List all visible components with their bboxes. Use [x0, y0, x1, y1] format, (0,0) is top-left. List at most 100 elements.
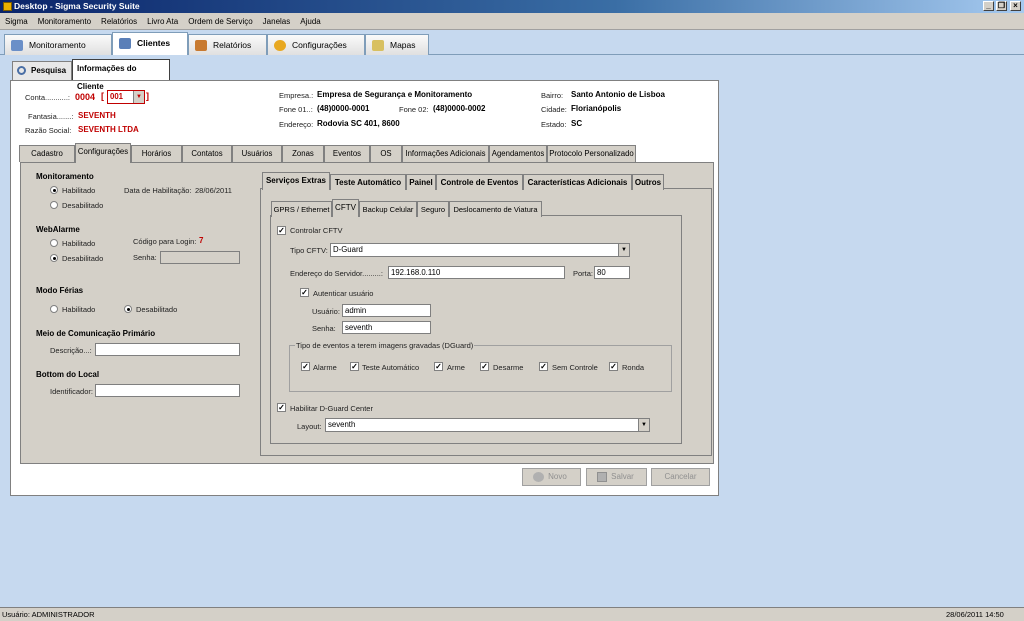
tab-informacoes-adicionais[interactable]: Informações Adicionais: [402, 145, 489, 162]
evento-desarme-checkbox[interactable]: ✓: [480, 362, 489, 371]
evento-ronda-checkbox[interactable]: ✓: [609, 362, 618, 371]
tab-teste-automatico[interactable]: Teste Automático: [330, 174, 406, 190]
menu-ajuda[interactable]: Ajuda: [295, 13, 325, 30]
menu-bar: Sigma Monitoramento Relatórios Livro Ata Ord…: [0, 13, 1024, 30]
identificador-input[interactable]: [95, 384, 240, 397]
usuario-input[interactable]: admin: [342, 304, 431, 317]
monitoramento-desabilitado-radio[interactable]: [50, 201, 58, 209]
bairro-label: Bairro:: [541, 91, 564, 100]
menu-sigma[interactable]: Sigma: [0, 13, 33, 30]
webalarme-senha-label: Senha:: [133, 253, 157, 262]
tab-deslocamento-viatura[interactable]: Deslocamento de Viatura: [449, 201, 542, 217]
tab-mapas-label: Mapas: [390, 40, 416, 50]
fantasia-value: SEVENTH: [78, 111, 116, 120]
tab-relatorios[interactable]: Relatórios: [188, 34, 267, 55]
descricao-input[interactable]: [95, 343, 240, 356]
tab-clientes-label: Clientes: [137, 38, 171, 48]
window-title: Desktop - Sigma Security Suite: [14, 1, 140, 11]
tab-clientes[interactable]: Clientes: [112, 32, 188, 55]
minimize-button[interactable]: _: [983, 1, 994, 11]
novo-button[interactable]: Novo: [522, 468, 581, 486]
evento-teste-automatico-checkbox[interactable]: ✓: [350, 362, 359, 371]
menu-relatorios[interactable]: Relatórios: [96, 13, 142, 30]
tab-caracteristicas-adicionais[interactable]: Características Adicionais: [523, 174, 632, 190]
tab-cftv[interactable]: CFTV: [332, 199, 359, 217]
webalarme-habilitado-radio[interactable]: [50, 239, 58, 247]
data-habilitacao-label: Data de Habilitação:: [124, 186, 192, 195]
tab-mapas[interactable]: Mapas: [365, 34, 429, 55]
tab-outros[interactable]: Outros: [632, 174, 664, 190]
menu-ordem-servico[interactable]: Ordem de Serviço: [183, 13, 257, 30]
tab-configuracoes[interactable]: Configurações: [267, 34, 365, 55]
layout-select[interactable]: seventh ▼: [325, 418, 650, 432]
modo-ferias-title: Modo Férias: [36, 286, 84, 295]
novo-label: Novo: [548, 472, 567, 481]
bairro-value: Santo Antonio de Lisboa: [571, 90, 665, 99]
cidade-label: Cidade:: [541, 105, 567, 114]
webalarme-desabilitado-radio[interactable]: [50, 254, 58, 262]
estado-value: SC: [571, 119, 583, 128]
tab-seguro[interactable]: Seguro: [417, 201, 449, 217]
salvar-button[interactable]: Salvar: [586, 468, 647, 486]
tab-controle-eventos[interactable]: Controle de Eventos: [436, 174, 523, 190]
main-tabs: Monitoramento Clientes Relatórios Config…: [0, 32, 1024, 55]
monitoramento-habilitado-radio[interactable]: [50, 186, 58, 194]
evento-teste-automatico-label: Teste Automático: [362, 363, 420, 372]
menu-monitoramento[interactable]: Monitoramento: [33, 13, 96, 30]
tab-contatos[interactable]: Contatos: [182, 145, 232, 162]
tab-configuracoes-cliente[interactable]: Configurações: [75, 143, 131, 163]
tab-usuarios[interactable]: Usuários: [232, 145, 282, 162]
habilitar-dguard-center-checkbox[interactable]: ✓: [277, 403, 286, 412]
senha-input[interactable]: seventh: [342, 321, 431, 334]
save-icon: [597, 472, 607, 482]
tab-monitoramento-label: Monitoramento: [29, 40, 86, 50]
webalarme-senha-input[interactable]: [160, 251, 240, 264]
evento-arme-checkbox[interactable]: ✓: [434, 362, 443, 371]
tab-servicos-extras[interactable]: Serviços Extras: [262, 172, 330, 190]
evento-alarme-checkbox[interactable]: ✓: [301, 362, 310, 371]
close-button[interactable]: ×: [1010, 1, 1021, 11]
cidade-value: Florianópolis: [571, 104, 622, 113]
estado-label: Estado:: [541, 120, 567, 129]
ferias-habilitado-radio[interactable]: [50, 305, 58, 313]
tab-horarios[interactable]: Horários: [131, 145, 182, 162]
tab-agendamentos[interactable]: Agendamentos: [489, 145, 547, 162]
tab-monitoramento[interactable]: Monitoramento: [4, 34, 112, 55]
menu-livro-ata[interactable]: Livro Ata: [142, 13, 183, 30]
senha-label: Senha:: [312, 324, 336, 333]
tab-os[interactable]: OS: [370, 145, 402, 162]
restore-button[interactable]: ❐: [996, 1, 1007, 11]
tab-cadastro[interactable]: Cadastro: [19, 145, 75, 162]
evento-sem-controle-checkbox[interactable]: ✓: [539, 362, 548, 371]
controlar-cftv-checkbox[interactable]: ✓: [277, 226, 286, 235]
data-habilitacao-value: 28/06/2011: [195, 186, 232, 195]
empresa-value: Empresa de Segurança e Monitoramento: [317, 90, 473, 99]
evento-desarme-label: Desarme: [493, 363, 524, 372]
ferias-desabilitado-radio[interactable]: [124, 305, 132, 313]
conta-sub-select[interactable]: 001 ▼: [107, 90, 145, 104]
cancelar-label: Cancelar: [664, 472, 697, 481]
webalarme-habilitado-label: Habilitado: [62, 239, 96, 248]
tab-painel[interactable]: Painel: [406, 174, 436, 190]
tab-backup-celular[interactable]: Backup Celular: [359, 201, 417, 217]
menu-janelas[interactable]: Janelas: [258, 13, 296, 30]
tab-informacoes-cliente[interactable]: Informações do Cliente: [72, 59, 170, 91]
evento-sem-controle-label: Sem Controle: [552, 363, 598, 372]
autenticar-usuario-checkbox[interactable]: ✓: [300, 288, 309, 297]
cancelar-button[interactable]: Cancelar: [651, 468, 710, 486]
tab-gprs-ethernet[interactable]: GPRS / Ethernet: [271, 201, 332, 217]
porta-input[interactable]: 80: [594, 266, 630, 279]
tab-pesquisa[interactable]: Pesquisa: [12, 61, 72, 80]
tipo-cftv-select[interactable]: D-Guard ▼: [330, 243, 630, 257]
endereco-servidor-input[interactable]: 192.168.0.110: [388, 266, 565, 279]
tab-zonas[interactable]: Zonas: [282, 145, 324, 162]
tab-protocolo-personalizado[interactable]: Protocolo Personalizado: [547, 145, 636, 162]
salvar-label: Salvar: [611, 472, 634, 481]
endereco-value: Rodovia SC 401, 8600: [317, 119, 400, 128]
monitoramento-habilitado-label: Habilitado: [62, 186, 96, 195]
conta-sub-value: 001: [110, 92, 124, 101]
tab-eventos[interactable]: Eventos: [324, 145, 370, 162]
meio-comunicacao-title: Meio de Comunicação Primário: [36, 329, 156, 338]
webalarme-title: WebAlarme: [36, 225, 80, 234]
app-icon: [3, 2, 12, 11]
